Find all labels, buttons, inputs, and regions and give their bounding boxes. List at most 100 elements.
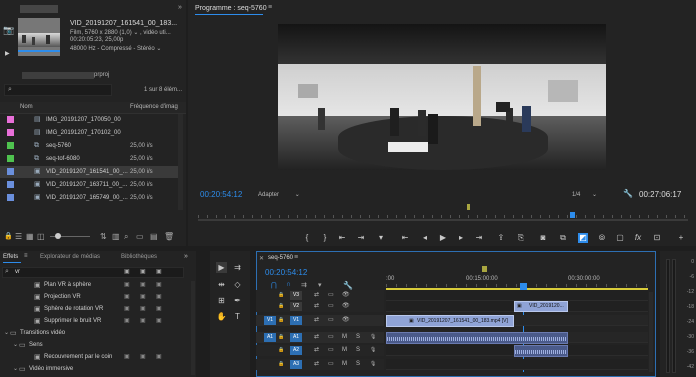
play-thumb-icon[interactable]: ▶ [5,50,10,57]
label-color-swatch[interactable] [7,116,14,123]
track-name[interactable]: V2 [290,302,302,311]
add-marker-icon[interactable]: ▾ [376,233,386,243]
vr-video-icon[interactable]: ◩ [578,233,588,243]
timeline-settings-icon[interactable]: 🔧 [343,281,353,290]
effects-menu-icon[interactable]: ≡ [24,253,28,259]
project-item[interactable]: ▣ VID_20191207_163711_00_... 25,00 i/s [0,179,180,191]
eye-icon[interactable]: 👁 [342,316,350,325]
label-color-swatch[interactable] [7,142,14,149]
microphone-icon[interactable]: 🎙 [370,333,376,342]
automate-icon[interactable]: ▥ [112,232,120,241]
quality-dropdown[interactable]: 1/4 ⌄ [572,191,597,198]
add-marker-icon[interactable]: ▾ [318,281,322,289]
solo-button[interactable]: S [356,333,360,342]
lock-icon[interactable]: 🔒 [278,316,284,325]
project-item[interactable]: ▣ VID_20191207_165749_00_... 25,00 i/s [0,192,180,204]
effects-scrollbar[interactable] [191,281,195,375]
project-scrollbar[interactable] [178,114,183,210]
mark-out-icon[interactable]: } [320,233,330,243]
proxy-icon[interactable]: ⦾ [597,233,607,243]
lock-icon[interactable]: 🔒 [278,360,284,369]
program-timecode[interactable]: 00:20:54:12 [200,190,242,199]
wrench-icon[interactable]: 🔧 [623,189,633,198]
effects-tree-item[interactable]: ⌄ ▭ Vidéo immersive [0,364,190,375]
track-name[interactable]: A1 [290,333,302,342]
slip-tool-icon[interactable]: ⊞ [216,295,227,306]
new-bin-icon[interactable]: ▭ [136,232,144,241]
chevron-down-icon[interactable]: ⌄ [13,364,18,375]
track-header[interactable]: V3 🔒 ⇄ ▭ 👁 [256,290,384,301]
track-name[interactable]: A3 [290,360,302,369]
column-fps[interactable]: Fréquence d'imag [130,104,178,110]
clip-v2[interactable]: ▣ VID_2019120... [514,301,568,312]
export-frame-icon[interactable]: ◙ [538,233,548,243]
project-item[interactable]: ▤ IMG_20191207_170050_00 [0,114,180,126]
32bit-filter-icon[interactable]: ▣ [140,268,146,275]
step-back-in-icon[interactable]: ⇤ [400,233,410,243]
label-color-swatch[interactable] [7,194,14,201]
track-output-icon[interactable]: ▭ [328,302,334,311]
lock-icon[interactable]: 🔒 [278,333,284,342]
icon-view-icon[interactable]: ▦ [26,232,34,241]
selection-tool-icon[interactable]: ▶ [216,262,227,273]
new-item-icon[interactable]: ▤ [150,232,158,241]
mute-button[interactable]: M [342,333,347,342]
track-output-icon[interactable]: ▭ [328,291,334,300]
timeline-menu-icon[interactable]: ≡ [294,254,298,261]
extract-icon[interactable]: ⎘ [516,233,526,243]
timeline-title[interactable]: seq-5760 [268,255,293,261]
effects-tree-item[interactable]: ▣ Sphère de rotation VR ▣ ▣ ▣ [0,304,190,315]
snap-icon[interactable]: ⋂ [271,281,277,289]
program-title[interactable]: Programme : seq-5760 [195,5,267,12]
track-target-toggle[interactable]: V1 [264,316,276,325]
effects-tree-item[interactable]: ▣ Recouvrement par le coin ▣ ▣ ▣ [0,352,190,363]
track-name[interactable]: V3 [290,291,302,300]
sort-icon[interactable]: ⇅ [100,232,107,241]
chevron-down-icon[interactable]: ⌄ [13,340,18,351]
ripple-edit-tool-icon[interactable]: ⇹ [216,279,227,290]
sync-lock-icon[interactable]: ⇄ [314,302,319,311]
type-tool-icon[interactable]: T [232,311,243,322]
track-select-tool-icon[interactable]: ⇉ [232,262,243,273]
track-lane[interactable] [386,290,648,301]
track-name[interactable]: V1 [290,316,302,325]
track-output-icon[interactable]: ▭ [328,333,334,342]
clip-a2[interactable] [514,345,568,357]
microphone-icon[interactable]: 🎙 [370,346,376,355]
eye-icon[interactable]: 👁 [342,291,350,300]
timeline-close-icon[interactable]: ✕ [259,255,264,262]
find-icon[interactable]: ⌕ [124,232,128,242]
go-to-in-icon[interactable]: ⇤ [337,233,347,243]
tab-libraries[interactable]: Bibliothèques [121,251,157,263]
step-forward-icon[interactable]: ▸ [456,233,466,243]
label-color-swatch[interactable] [7,155,14,162]
project-item[interactable]: ⧉ seq-tof-6080 25,00 i/s [0,153,180,165]
project-item[interactable]: ▣ VID_20191207_161541_00_... 25,00 i/s [0,166,180,178]
pen-tool-icon[interactable]: ✒ [232,295,243,306]
track-header[interactable]: A2 🔒 ⇄ ▭ M S 🎙 [256,345,384,356]
sync-lock-icon[interactable]: ⇄ [314,333,319,342]
project-item[interactable]: ⧉ seq-5760 25,00 i/s [0,140,180,152]
mute-button[interactable]: M [342,360,347,369]
solo-button[interactable]: S [356,346,360,355]
nest-icon[interactable]: ⇉ [301,281,307,289]
timeline-ruler[interactable]: :00 00:15:00:00 00:30:00:00 [386,273,648,291]
step-back-icon[interactable]: ◂ [420,233,430,243]
tab-media-browser[interactable]: Explorateur de médias [40,251,100,263]
sync-lock-icon[interactable]: ⇄ [314,291,319,300]
timeline-playhead-head[interactable] [520,283,527,290]
search-input[interactable]: ⌕ [4,84,112,96]
play-icon[interactable]: ▶ [438,233,448,243]
lift-icon[interactable]: ⇪ [496,233,506,243]
label-color-swatch[interactable] [7,168,14,175]
comparison-icon[interactable]: ▢ [615,233,625,243]
track-header[interactable]: A1 A1 🔒 ⇄ ▭ M S 🎙 [256,332,384,343]
project-item[interactable]: ▤ IMG_20191207_170102_00 [0,127,180,139]
list-view-icon[interactable]: ☰ [15,232,22,241]
delete-icon[interactable]: 🗑 [164,232,174,241]
track-name[interactable]: A2 [290,346,302,355]
mark-in-icon[interactable]: { [302,233,312,243]
sync-lock-icon[interactable]: ⇄ [314,346,319,355]
effects-tree-item[interactable]: ▣ Supprimer le bruit VR ▣ ▣ ▣ [0,316,190,327]
track-header[interactable]: V2 🔒 ⇄ ▭ 👁 [256,301,384,312]
